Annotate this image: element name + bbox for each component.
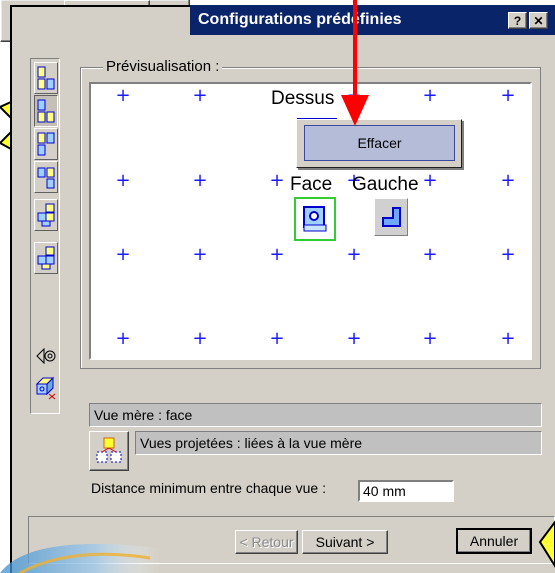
front-view-label: Face — [290, 174, 333, 195]
projection-icon — [35, 376, 56, 400]
min-distance-label: Distance minimum entre chaque vue : — [91, 480, 326, 496]
left-view-icon — [382, 207, 401, 227]
config-front-top-button[interactable] — [34, 95, 58, 127]
projected-views-icon — [96, 437, 122, 463]
config-iso-b-icon — [37, 246, 55, 270]
left-view-thumbnail[interactable] — [374, 198, 408, 236]
red-arrow-pointer — [341, 0, 369, 126]
config-left-right-button[interactable] — [34, 161, 58, 193]
close-button[interactable]: ✕ — [529, 12, 548, 29]
config-front-bottom-icon — [37, 132, 55, 156]
context-menu: Effacer — [296, 119, 462, 168]
globe-decoration — [0, 543, 160, 573]
config-iso-a-button[interactable] — [34, 199, 58, 231]
config-front-left-icon — [37, 66, 55, 90]
min-distance-input[interactable] — [358, 480, 454, 502]
config-left-right-icon — [37, 167, 55, 189]
help-button[interactable]: ? — [508, 12, 527, 29]
projection-button[interactable] — [34, 372, 58, 404]
top-view-label: Dessus — [271, 88, 335, 109]
next-button[interactable]: Suivant > — [302, 530, 388, 554]
parent-view-field: Vue mère : face — [89, 403, 542, 427]
projected-views-label: Vues projetées : liées à la vue mère — [140, 435, 363, 451]
config-iso-b-button[interactable] — [34, 242, 58, 274]
config-front-top-icon — [37, 99, 55, 123]
context-menu-item-label: Effacer — [357, 135, 402, 151]
projected-views-field: Vues projetées : liées à la vue mère — [135, 431, 542, 455]
config-iso-a-icon — [37, 203, 55, 227]
front-view-thumbnail[interactable] — [294, 197, 336, 241]
config-front-left-button[interactable] — [34, 62, 58, 94]
orientation-button[interactable] — [34, 340, 58, 372]
front-view-icon — [303, 206, 327, 232]
projected-views-button[interactable] — [89, 431, 129, 471]
cancel-button[interactable]: Annuler — [456, 528, 532, 554]
callout-arrow-right — [538, 520, 555, 568]
context-menu-item-effacer[interactable]: Effacer — [304, 125, 455, 161]
orientation-icon — [36, 347, 56, 365]
preview-legend: Prévisualisation : — [103, 58, 223, 75]
parent-view-label: Vue mère : face — [94, 407, 193, 423]
back-button[interactable]: < Retour — [235, 530, 298, 554]
config-front-bottom-button[interactable] — [34, 128, 58, 160]
left-view-label: Gauche — [352, 174, 419, 195]
